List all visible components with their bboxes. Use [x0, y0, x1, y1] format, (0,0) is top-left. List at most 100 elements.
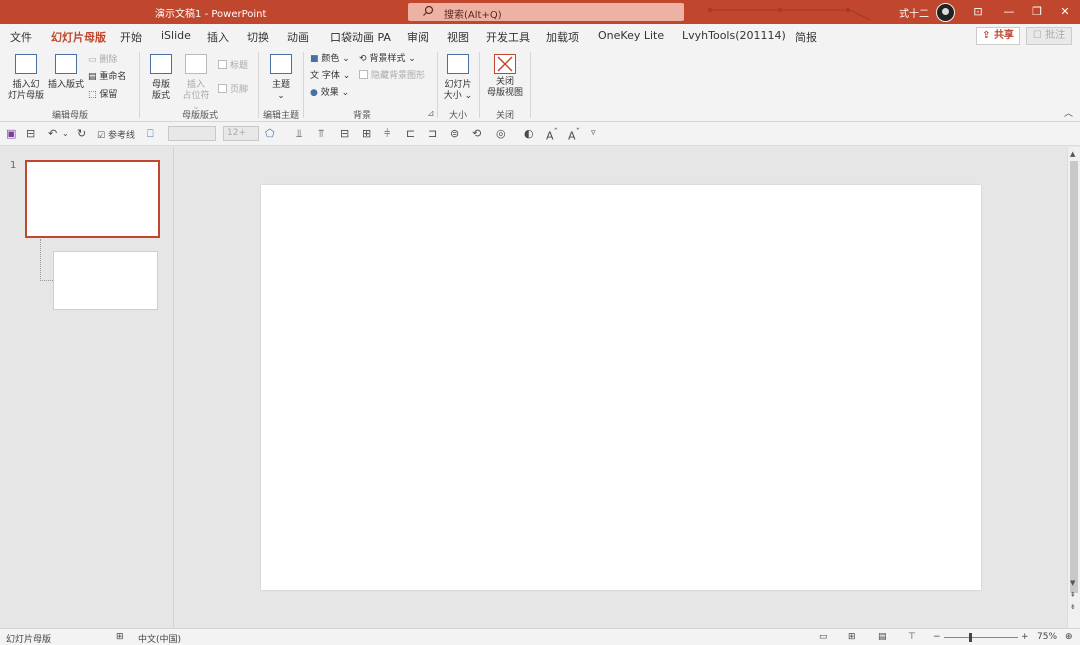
distribute-icon[interactable]: ⊞ [362, 127, 371, 140]
slide-size-icon [447, 54, 469, 74]
font-size-dropdown[interactable]: 12+ [223, 126, 259, 141]
avatar[interactable] [936, 3, 955, 22]
rename-button[interactable]: ▤ 重命名 [88, 71, 126, 83]
tab-insert[interactable]: 插入 [207, 29, 229, 45]
fonts-button[interactable]: 文 字体 ⌄ [310, 70, 350, 82]
guides-checkbox[interactable]: ☑ 参考线 [97, 128, 135, 141]
delete-icon: ▭ [88, 55, 97, 65]
insert-slide-master-button[interactable]: 插入幻 灯片母版 [6, 54, 46, 102]
master-layout-button[interactable]: 母版 版式 [146, 54, 176, 102]
tab-developer[interactable]: 开发工具 [486, 29, 530, 45]
zoom-level[interactable]: 75% [1037, 632, 1057, 642]
rotate-icon[interactable]: ⟲ [472, 127, 481, 140]
themes-label: 主题 [271, 80, 290, 90]
tab-islide[interactable]: iSlide [161, 29, 191, 42]
user-name[interactable]: 式十二 [899, 5, 929, 20]
comment-button[interactable]: ☐ 批注 [1026, 27, 1072, 45]
zoom-out-button[interactable]: − [933, 632, 941, 642]
align-bottom-icon[interactable]: ⫫ [296, 127, 302, 141]
vertical-scrollbar[interactable]: ▲ ▼ ⇞ ⇟ [1067, 147, 1080, 628]
colors-icon: ■ [310, 54, 319, 64]
title-checkbox[interactable]: 标题 [218, 60, 248, 72]
delete-button[interactable]: ▭ 删除 [88, 54, 117, 66]
fonts-icon: 文 [310, 71, 320, 81]
effects-button[interactable]: ● 效果 ⌄ [310, 87, 349, 99]
text-box-icon[interactable]: ⎕ [147, 127, 154, 141]
close-button[interactable]: ✕ [1051, 2, 1079, 22]
tab-addins[interactable]: 加载项 [546, 29, 579, 45]
collapse-ribbon-icon[interactable]: ︿ [1064, 108, 1073, 120]
save-icon[interactable]: ▣ [6, 127, 16, 140]
preserve-button[interactable]: ⬚ 保留 [88, 89, 117, 101]
distribute-vertical-icon[interactable]: ⊜ [450, 127, 459, 140]
search-placeholder: 搜索(Alt+Q) [444, 10, 502, 21]
align-center-icon[interactable]: ⫩ [384, 127, 390, 141]
tab-view[interactable]: 视图 [447, 29, 469, 45]
tab-briefing[interactable]: 简报 [795, 29, 817, 45]
tab-pocket-animation[interactable]: 口袋动画 PA [330, 29, 391, 45]
tab-home[interactable]: 开始 [120, 29, 142, 45]
tab-onekey-lite[interactable]: OneKey Lite [598, 29, 664, 42]
font-name-dropdown[interactable] [168, 126, 216, 141]
normal-view-icon[interactable]: ▭ [819, 632, 828, 642]
decrease-font-icon[interactable]: Aˇ [568, 127, 580, 143]
slide-sorter-icon[interactable]: ⊞ [848, 632, 856, 642]
slide-size-button[interactable]: 幻灯片 大小 ⌄ [442, 54, 474, 102]
insert-layout-button[interactable]: 插入版式 [46, 54, 86, 91]
themes-button[interactable]: 主题 ⌄ [266, 54, 296, 102]
layout-thumbnail[interactable] [53, 251, 158, 310]
background-styles-button[interactable]: ⟲ 背景样式 ⌄ [359, 53, 416, 65]
previous-slide-icon[interactable]: ⇞ [1070, 591, 1076, 599]
tab-slide-master[interactable]: 幻灯片母版 [51, 29, 106, 50]
redo-icon[interactable]: ↻ [77, 127, 86, 140]
tab-transitions[interactable]: 切换 [247, 29, 269, 45]
tab-file[interactable]: 文件 [10, 29, 32, 45]
scroll-up-icon[interactable]: ▲ [1070, 150, 1075, 158]
align-left-icon[interactable]: ⊏ [406, 127, 415, 140]
tab-animations[interactable]: 动画 [287, 29, 309, 45]
customize-toolbar-icon[interactable]: ▿ [591, 128, 596, 138]
undo-icon[interactable]: ↶ [48, 127, 57, 140]
group-label-close: 关闭 [495, 111, 514, 121]
align-horizontal-icon[interactable]: ⊐ [428, 127, 437, 140]
master-layout-icon [150, 54, 172, 74]
tab-review[interactable]: 审阅 [407, 29, 429, 45]
group-icon[interactable]: ◎ [496, 127, 506, 140]
colors-button[interactable]: ■ 颜色 ⌄ [310, 53, 350, 65]
merge-shapes-icon[interactable]: ◐ [524, 127, 534, 140]
align-middle-icon[interactable]: ⊟ [340, 127, 349, 140]
minimize-button[interactable]: — [995, 2, 1023, 22]
ribbon-display-icon[interactable]: ⊡ [964, 2, 992, 22]
language[interactable]: 中文(中国) [138, 632, 181, 645]
share-button[interactable]: ⇪ 共享 [976, 27, 1020, 45]
footer-checkbox[interactable]: 页脚 [218, 84, 248, 96]
slideshow-icon[interactable]: ⊤ [908, 632, 916, 642]
scroll-down-icon[interactable]: ▼ [1070, 579, 1075, 587]
hide-background-checkbox[interactable]: 隐藏背景图形 [359, 70, 425, 82]
shapes-icon[interactable]: ⬠ [265, 127, 275, 140]
reading-view-icon[interactable]: ▤ [878, 632, 887, 642]
undo-dropdown-icon[interactable]: ⌄ [62, 129, 69, 138]
accessibility-icon[interactable]: ⊞ [116, 632, 124, 642]
align-top-icon[interactable]: ⫪ [318, 127, 324, 141]
next-slide-icon[interactable]: ⇟ [1070, 603, 1076, 611]
increase-font-icon[interactable]: Aˆ [546, 127, 558, 143]
title-bar: 演示文稿1 - PowerPoint 搜索(Alt+Q) 式十二 ⊡ — ❐ ✕ [0, 0, 1080, 24]
search-box[interactable]: 搜索(Alt+Q) [408, 3, 684, 21]
zoom-slider[interactable] [944, 637, 1018, 638]
restore-button[interactable]: ❐ [1023, 2, 1051, 22]
slide-canvas[interactable] [261, 185, 981, 590]
zoom-in-button[interactable]: + [1021, 632, 1029, 642]
status-bar: 幻灯片母版 ⊞ 中文(中国) ▭ ⊞ ▤ ⊤ − + 75% ⊕ [0, 628, 1080, 645]
master-thumbnail[interactable] [25, 160, 160, 238]
insert-placeholder-label-1: 插入 [186, 80, 205, 90]
dialog-launcher-icon[interactable]: ⊿ [427, 108, 435, 120]
zoom-slider-thumb[interactable] [969, 633, 972, 642]
tab-lvyhtools[interactable]: LvyhTools(201114) [682, 29, 786, 42]
fit-to-window-icon[interactable]: ⊕ [1065, 632, 1073, 642]
scrollbar-thumb[interactable] [1070, 161, 1078, 593]
insert-placeholder-button[interactable]: 插入 占位符 ⌄ [178, 54, 214, 113]
insert-placeholder-label-2: 占位符 [182, 91, 210, 101]
close-master-view-button[interactable]: 关闭 母版视图 [485, 54, 525, 99]
save-as-icon[interactable]: ⊟ [26, 127, 35, 140]
